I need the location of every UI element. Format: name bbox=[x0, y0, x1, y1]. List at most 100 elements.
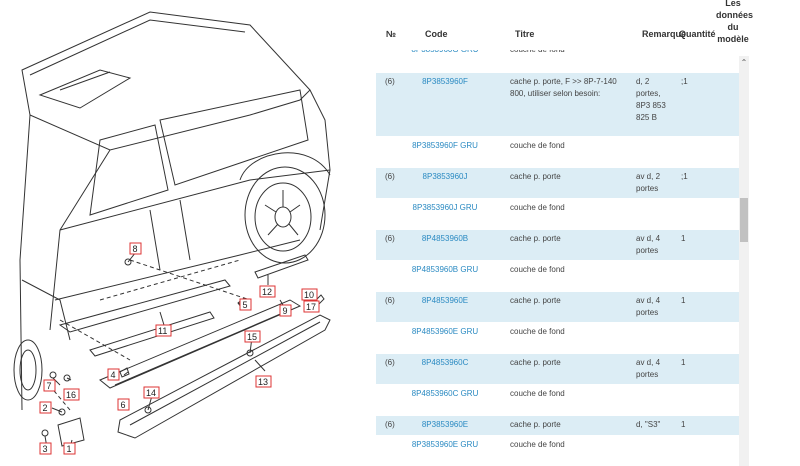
svg-text:17: 17 bbox=[306, 302, 316, 312]
part-code-link[interactable]: 8P3853960F bbox=[410, 76, 480, 88]
part-title: cache p. porte, F >> 8P-7-140 800, utili… bbox=[510, 77, 617, 98]
part-title: couche de fond bbox=[510, 389, 565, 398]
part-remark: av d, 2 portes bbox=[636, 172, 661, 193]
chevron-up-icon[interactable]: ⌃ bbox=[739, 58, 749, 68]
part-remark: av d, 4 portes bbox=[636, 296, 661, 317]
part-quantity: 1 bbox=[681, 296, 686, 305]
part-remark: d, "S3" bbox=[636, 420, 661, 429]
callout-17[interactable]: 17 bbox=[303, 300, 320, 313]
row-number: (6) bbox=[385, 172, 395, 181]
callout-11[interactable]: 11 bbox=[155, 324, 172, 337]
table-body: 8P3853960G GRUcouche de fond(6)8P3853960… bbox=[376, 45, 739, 466]
table-row[interactable]: (6) 8P4853960E cache p. porte av d, 4 porte… bbox=[376, 292, 739, 323]
callout-9[interactable]: 9 bbox=[279, 304, 292, 317]
part-title: couche de fond bbox=[510, 141, 565, 150]
table-row[interactable]: 8P4853960B GRU couche de fond bbox=[376, 261, 739, 292]
part-title: couche de fond bbox=[510, 440, 565, 449]
part-code-link[interactable]: 8P4853960E bbox=[410, 295, 480, 307]
parts-diagram: 8 12 10 17 9 5 11 15 13 4 7 16 14 6 2 3 … bbox=[13, 11, 331, 455]
table-row[interactable]: 8P3853960F GRU couche de fond bbox=[376, 137, 739, 168]
header-model-data[interactable]: Les données du modèle bbox=[716, 0, 753, 45]
row-number: (6) bbox=[385, 234, 395, 243]
svg-text:7: 7 bbox=[47, 381, 52, 391]
svg-text:10: 10 bbox=[304, 290, 314, 300]
part-title: cache p. porte bbox=[510, 296, 561, 305]
callout-13[interactable]: 13 bbox=[255, 375, 272, 388]
part-title: couche de fond bbox=[510, 327, 565, 336]
part-title: cache p. porte bbox=[510, 234, 561, 243]
part-title: cache p. porte bbox=[510, 420, 561, 429]
header-titre[interactable]: Titre bbox=[515, 29, 534, 39]
scroll-thumb[interactable] bbox=[740, 198, 748, 242]
callout-16[interactable]: 16 bbox=[63, 388, 80, 401]
row-number: (6) bbox=[385, 77, 395, 86]
callout-3[interactable]: 3 bbox=[39, 442, 52, 455]
part-quantity: ;1 bbox=[681, 77, 688, 86]
header-code[interactable]: Code bbox=[425, 29, 448, 39]
part-remark: av d, 4 portes bbox=[636, 234, 661, 255]
svg-text:14: 14 bbox=[146, 388, 156, 398]
part-code-link[interactable]: 8P3853960E bbox=[410, 419, 480, 431]
svg-text:5: 5 bbox=[243, 300, 248, 310]
part-quantity: ;1 bbox=[681, 172, 688, 181]
callout-4[interactable]: 4 bbox=[107, 368, 120, 381]
part-code-link[interactable]: 8P4853960C GRU bbox=[410, 388, 480, 400]
row-number: (6) bbox=[385, 420, 395, 429]
svg-text:13: 13 bbox=[258, 377, 268, 387]
table-scrollbar[interactable]: ⌃ bbox=[739, 56, 749, 466]
table-row[interactable]: 8P3853960E GRU couche de fond bbox=[376, 436, 739, 466]
part-code-link[interactable]: 8P4853960B GRU bbox=[410, 264, 480, 276]
part-quantity: 1 bbox=[681, 420, 686, 429]
callout-7[interactable]: 7 bbox=[43, 379, 56, 392]
callout-14[interactable]: 14 bbox=[143, 386, 160, 399]
table-row[interactable]: 8P3853960J GRU couche de fond bbox=[376, 199, 739, 230]
part-quantity: 1 bbox=[681, 234, 686, 243]
callout-2[interactable]: 2 bbox=[39, 401, 52, 414]
table-row[interactable]: 8P4853960E GRU couche de fond bbox=[376, 323, 739, 354]
part-code-link[interactable]: 8P3853960F GRU bbox=[410, 140, 480, 152]
svg-text:9: 9 bbox=[283, 306, 288, 316]
svg-text:4: 4 bbox=[111, 370, 116, 380]
svg-text:12: 12 bbox=[262, 287, 272, 297]
callout-6[interactable]: 6 bbox=[117, 398, 130, 411]
part-code-link[interactable]: 8P3853960J GRU bbox=[410, 202, 480, 214]
part-title: cache p. porte bbox=[510, 172, 561, 181]
row-number: (6) bbox=[385, 296, 395, 305]
svg-text:15: 15 bbox=[247, 332, 257, 342]
table-row[interactable]: (6) 8P4853960B cache p. porte av d, 4 porte… bbox=[376, 230, 739, 261]
svg-text:6: 6 bbox=[121, 400, 126, 410]
callout-8[interactable]: 8 bbox=[129, 242, 142, 255]
part-code-link[interactable]: 8P4853960E GRU bbox=[410, 326, 480, 338]
svg-text:16: 16 bbox=[66, 390, 76, 400]
part-title: couche de fond bbox=[510, 265, 565, 274]
callout-12[interactable]: 12 bbox=[259, 285, 276, 298]
callout-1[interactable]: 1 bbox=[63, 442, 76, 455]
callout-5[interactable]: 5 bbox=[239, 298, 252, 311]
svg-text:3: 3 bbox=[43, 444, 48, 454]
table-row[interactable]: (6) 8P3853960E cache p. porte d, "S3" 1 bbox=[376, 416, 739, 436]
table-row[interactable]: 8P4853960C GRU couche de fond bbox=[376, 385, 739, 416]
callout-labels: 8 12 10 17 9 5 11 15 13 4 7 16 14 6 2 3 … bbox=[39, 242, 320, 455]
part-remark: av d, 4 portes bbox=[636, 358, 661, 379]
part-code-link[interactable]: 8P4853960C bbox=[410, 357, 480, 369]
callout-15[interactable]: 15 bbox=[244, 330, 261, 343]
table-row[interactable]: (6) 8P4853960C cache p. porte av d, 4 porte… bbox=[376, 354, 739, 385]
callout-10[interactable]: 10 bbox=[301, 288, 318, 301]
header-quantite[interactable]: Quantité bbox=[679, 29, 716, 39]
svg-text:11: 11 bbox=[158, 326, 167, 336]
svg-text:8: 8 bbox=[133, 244, 138, 254]
part-title: cache p. porte bbox=[510, 358, 561, 367]
row-number: (6) bbox=[385, 358, 395, 367]
part-remark: d, 2 portes, 8P3 853 825 B bbox=[636, 77, 666, 122]
table-header: № Code Titre Remarque Quantité Les donné… bbox=[376, 0, 800, 50]
part-quantity: 1 bbox=[681, 358, 686, 367]
part-code-link[interactable]: 8P3853960E GRU bbox=[410, 439, 480, 451]
table-row[interactable]: (6) 8P3853960J cache p. porte av d, 2 porte… bbox=[376, 168, 739, 199]
table-row[interactable]: (6) 8P3853960F cache p. porte, F >> 8P-7-1… bbox=[376, 73, 739, 137]
part-code-link[interactable]: 8P3853960J bbox=[410, 171, 480, 183]
car-body-drawing bbox=[13, 11, 331, 449]
svg-text:2: 2 bbox=[43, 403, 48, 413]
part-code-link[interactable]: 8P4853960B bbox=[410, 233, 480, 245]
svg-text:1: 1 bbox=[67, 444, 72, 454]
part-title: couche de fond bbox=[510, 203, 565, 212]
